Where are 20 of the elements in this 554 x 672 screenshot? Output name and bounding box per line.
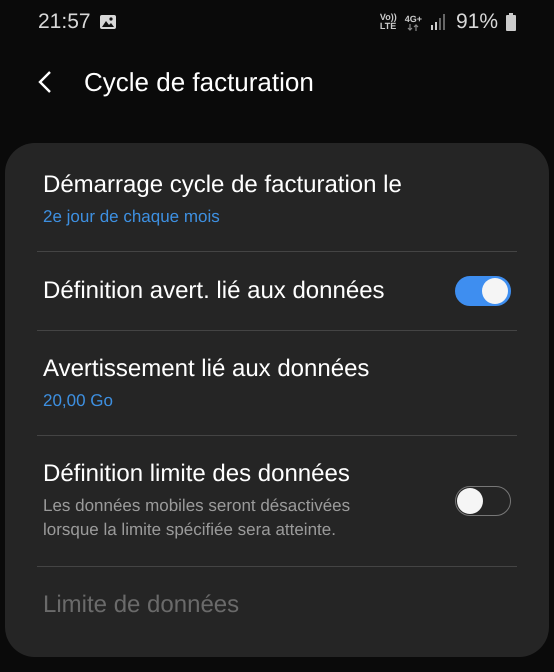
setting-title: Limite de données [43,591,240,619]
signal-icon [430,14,446,30]
page-title: Cycle de facturation [84,66,314,98]
volte-label: Vo)) [380,13,397,22]
setting-description: Les données mobiles seront désactivées lorsque la limite spécifiée sera atteinte. [43,495,352,541]
toggle-switch[interactable] [455,276,511,306]
setting-title: Définition avert. lié aux données [43,277,385,305]
image-icon [98,14,117,30]
setting-title: Démarrage cycle de facturation le [43,171,402,199]
setting-title: Définition limite des données [43,460,350,488]
setting-value: 20,00 Go [43,391,113,411]
setting-value: 2e jour de chaque mois [43,207,220,227]
lte-label: LTE [380,22,397,31]
clock-time: 21:57 [38,10,91,34]
battery-icon [506,13,516,31]
battery-percentage: 91% [456,10,498,34]
toggle-switch[interactable] [455,486,511,516]
network-label: 4G+ [404,14,422,24]
setting-title: Avertissement lié aux données [43,355,370,383]
data-arrows-icon [407,24,420,30]
